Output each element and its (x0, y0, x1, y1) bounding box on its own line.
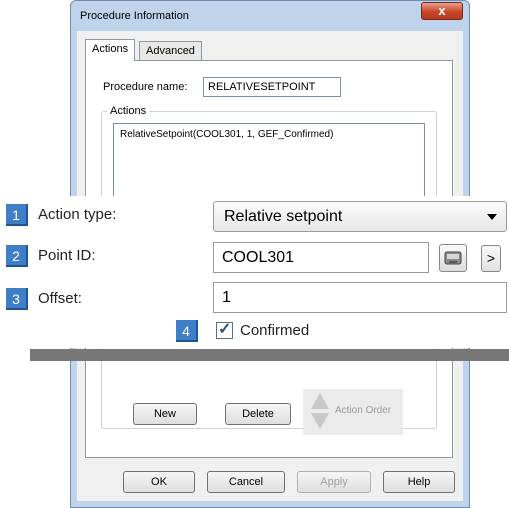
offset-label: Offset: (38, 290, 82, 307)
check-icon: ✓ (218, 321, 232, 338)
close-button[interactable]: x (421, 2, 463, 20)
action-type-value: Relative setpoint (224, 208, 343, 225)
offset-input[interactable]: 1 (213, 282, 507, 313)
point-browser-icon (444, 251, 462, 265)
callout-badge-3: 3 (6, 288, 28, 310)
title-bar: Procedure Information x (71, 1, 469, 31)
callout-badge-1: 1 (6, 204, 28, 226)
action-order-control[interactable]: Action Order (303, 389, 403, 435)
new-button[interactable]: New (133, 403, 197, 425)
close-icon: x (438, 3, 446, 18)
action-type-label: Action type: (38, 206, 117, 223)
tab-advanced[interactable]: Advanced (139, 41, 202, 61)
point-id-input[interactable]: COOL301 (213, 242, 429, 273)
tab-actions[interactable]: Actions (85, 39, 136, 61)
procedure-name-label: Procedure name: (103, 81, 188, 93)
ok-button[interactable]: OK (123, 471, 195, 493)
confirmed-checkbox[interactable]: ✓ (216, 321, 233, 339)
actions-group-label: Actions (107, 105, 150, 117)
callout-badge-4: 4 (176, 320, 198, 342)
action-order-label: Action Order (335, 405, 392, 416)
dropdown-arrow-icon (487, 214, 497, 220)
offset-value: 1 (222, 289, 231, 306)
callout-badge-2: 2 (6, 245, 28, 267)
confirmed-label: Confirmed (240, 322, 310, 339)
callout-divider (30, 349, 509, 361)
apply-button[interactable]: Apply (297, 471, 371, 493)
point-id-label: Point ID: (38, 247, 96, 264)
point-id-value: COOL301 (222, 249, 295, 266)
move-down-arrow-icon[interactable] (311, 413, 329, 429)
browse-button[interactable]: > (481, 245, 501, 272)
list-item[interactable]: RelativeSetpoint(COOL301, 1, GEF_Confirm… (120, 129, 418, 140)
point-browser-button[interactable] (439, 244, 467, 272)
window-title: Procedure Information (80, 10, 189, 22)
actions-list[interactable]: RelativeSetpoint(COOL301, 1, GEF_Confirm… (113, 123, 425, 199)
action-type-select[interactable]: Relative setpoint (213, 201, 507, 232)
cancel-button[interactable]: Cancel (207, 471, 285, 493)
help-button[interactable]: Help (383, 471, 455, 493)
delete-button[interactable]: Delete (225, 403, 291, 425)
procedure-name-input[interactable]: RELATIVESETPOINT (203, 77, 341, 97)
move-up-arrow-icon[interactable] (311, 393, 329, 409)
